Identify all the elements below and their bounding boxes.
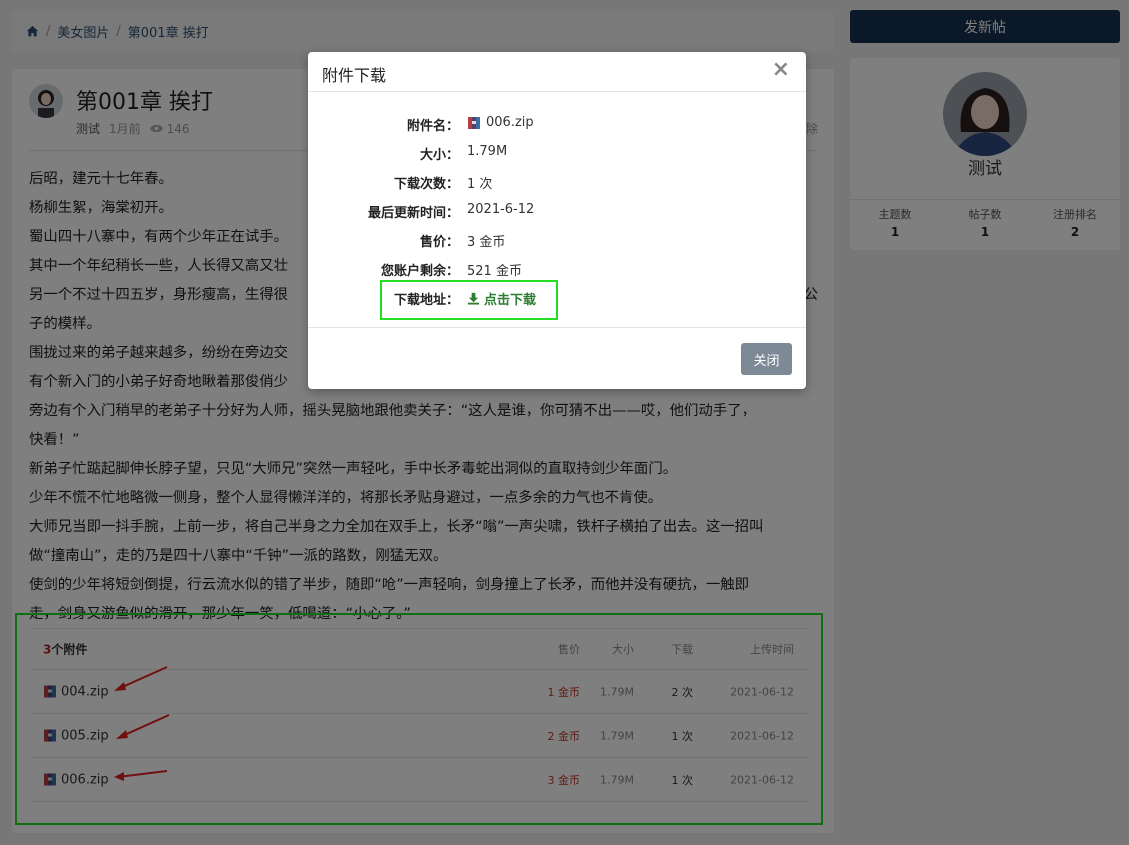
download-modal: 附件下载 × 附件名： 006.zip 大小： 1.79M 下载次数： 1 次 … <box>308 52 806 389</box>
zip-file-icon <box>467 116 481 130</box>
field-balance: 您账户剩余： 521 金币 <box>308 260 806 280</box>
field-price: 售价： 3 金币 <box>308 231 806 251</box>
download-icon <box>467 292 480 305</box>
field-value: 3 金币 <box>467 235 506 250</box>
field-value-wrap: 点击下载 <box>467 289 536 308</box>
modal-title: 附件下载 <box>322 66 387 85</box>
field-value-wrap: 006.zip <box>467 115 534 130</box>
field-label: 附件名： <box>406 119 459 134</box>
field-label: 售价： <box>419 235 459 250</box>
field-value: 2021-6-12 <box>467 202 535 217</box>
close-icon[interactable]: × <box>772 57 790 82</box>
field-attachment-name: 附件名： 006.zip <box>308 115 806 135</box>
field-value: 006.zip <box>486 115 534 130</box>
field-label: 最后更新时间： <box>367 206 459 221</box>
field-updated: 最后更新时间： 2021-6-12 <box>308 202 806 222</box>
field-value: 521 金币 <box>467 264 522 279</box>
field-label: 您账户剩余： <box>380 264 459 279</box>
close-button[interactable]: 关闭 <box>741 343 792 375</box>
field-size: 大小： 1.79M <box>308 144 806 164</box>
modal-header: 附件下载 × <box>308 52 806 92</box>
modal-footer <box>308 327 806 328</box>
field-label: 大小： <box>419 148 459 163</box>
field-downloads: 下载次数： 1 次 <box>308 173 806 193</box>
download-link[interactable]: 点击下载 <box>467 289 536 308</box>
field-download-link: 下载地址： 点击下载 <box>308 289 806 309</box>
field-label: 下载地址： <box>393 293 459 308</box>
field-value: 1 次 <box>467 177 493 192</box>
field-label: 下载次数： <box>393 177 459 192</box>
download-link-text[interactable]: 点击下载 <box>484 289 536 308</box>
field-value: 1.79M <box>467 144 508 159</box>
